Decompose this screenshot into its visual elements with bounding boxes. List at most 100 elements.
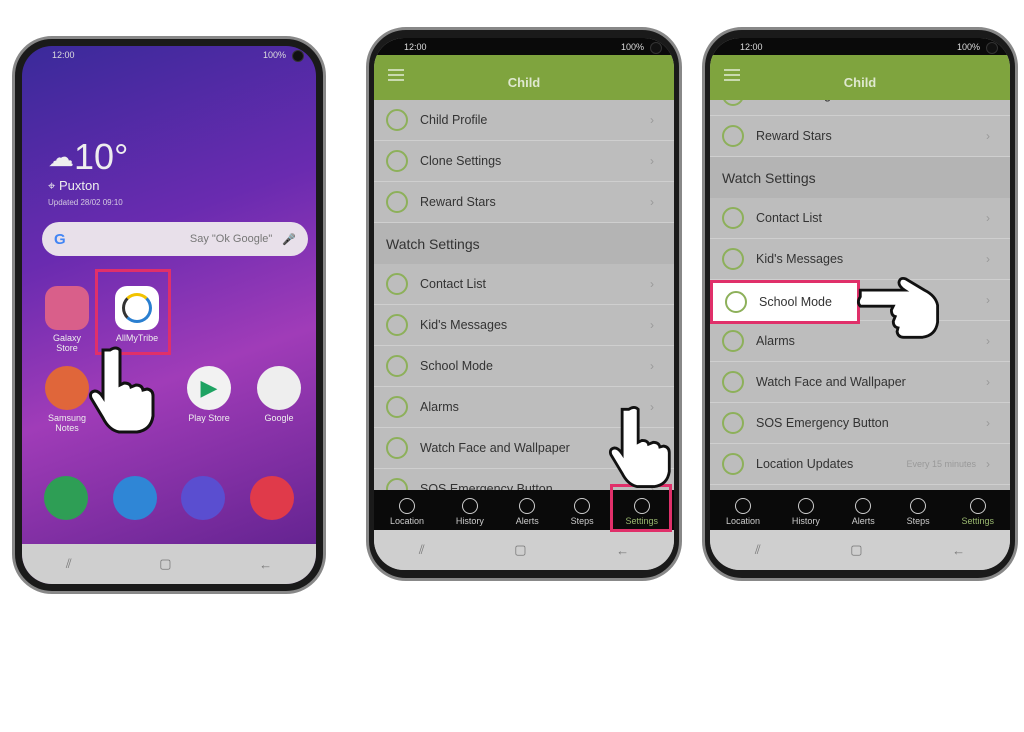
chevron-right-icon: › — [986, 375, 990, 389]
app-label: Galaxy Store — [52, 333, 81, 353]
mic-icon[interactable]: 🎤 — [282, 233, 296, 246]
app-label: Google — [264, 413, 294, 423]
dock-phone[interactable] — [44, 476, 88, 520]
menu-item-clone-settings[interactable]: Clone Settings › — [710, 100, 1010, 116]
google-search-bar[interactable]: G Say "Ok Google" 🎤 — [42, 222, 308, 256]
chevron-right-icon: › — [650, 113, 654, 127]
search-placeholder: Say "Ok Google" — [189, 233, 273, 245]
tab-label: History — [791, 516, 820, 526]
tab-history[interactable]: History — [792, 498, 820, 526]
status-time: 12:00 — [52, 50, 75, 60]
system-nav-bar: ⫽ ▢ ← — [710, 530, 1010, 570]
menu-item-label: Child Profile — [420, 113, 488, 127]
tab-settings[interactable]: Settings — [962, 498, 994, 526]
tab-location[interactable]: Location — [390, 498, 424, 526]
recents-icon[interactable]: ⫽ — [755, 542, 761, 558]
app-label: Play Store — [188, 413, 230, 423]
menu-item-reward-stars[interactable]: Reward Stars › — [374, 182, 674, 223]
clock-icon — [461, 498, 478, 514]
menu-item-contact-list[interactable]: Contact List › — [710, 198, 1010, 239]
dock-camera[interactable] — [249, 476, 294, 520]
star-icon — [722, 125, 744, 147]
home-icon[interactable]: ▢ — [514, 542, 526, 558]
menu-item-school-mode-highlighted[interactable]: School Mode — [713, 283, 857, 321]
menu-item-label: Clone Settings — [420, 154, 502, 168]
menu-item-sos[interactable]: SOS Emergency Button › — [710, 403, 1010, 444]
chevron-right-icon: › — [986, 416, 990, 430]
app-header: Child — [710, 55, 1010, 100]
school-icon — [386, 355, 408, 377]
menu-item-label: Location Updates — [756, 457, 854, 471]
tab-location[interactable]: Location — [726, 498, 760, 526]
tab-steps[interactable]: Steps — [907, 498, 930, 526]
tab-alerts[interactable]: Alerts — [516, 498, 539, 526]
menu-item-label: School Mode — [759, 295, 832, 309]
chevron-right-icon: › — [986, 293, 990, 307]
menu-item-school-mode[interactable]: School Mode › — [374, 346, 674, 387]
chat-icon — [386, 314, 408, 336]
home-icon[interactable]: ▢ — [159, 556, 171, 572]
star-icon — [386, 191, 408, 213]
back-icon[interactable]: ← — [616, 543, 629, 558]
app-galaxy-store[interactable]: Galaxy Store — [44, 286, 90, 353]
app-samsung-notes[interactable]: Samsung Notes — [44, 366, 90, 433]
menu-item-clone-settings[interactable]: Clone Settings › — [374, 141, 674, 182]
location-updates-value: Every 15 minutes — [906, 459, 976, 469]
chevron-right-icon: › — [986, 129, 990, 143]
hamburger-menu-icon[interactable] — [388, 69, 404, 81]
watch-face-icon — [722, 371, 744, 393]
status-battery: 100% — [620, 42, 644, 52]
menu-item-reward-stars[interactable]: Reward Stars › — [710, 116, 1010, 157]
app-play-store[interactable]: ▶ Play Store — [186, 366, 232, 423]
menu-item-label: Reward Stars — [420, 195, 496, 209]
app-google[interactable]: Google — [256, 366, 302, 423]
chevron-right-icon: › — [650, 318, 654, 332]
watch-face-icon — [386, 437, 408, 459]
menu-item-label: SOS Emergency Button — [756, 416, 889, 430]
chat-icon — [722, 248, 744, 270]
menu-item-kids-messages[interactable]: Kid's Messages › — [710, 239, 1010, 280]
menu-item-location-updates[interactable]: Location Updates Every 15 minutes › — [710, 444, 1010, 485]
clone-icon — [386, 150, 408, 172]
dock-messages[interactable] — [112, 476, 157, 520]
menu-item-contact-list[interactable]: Contact List › — [374, 264, 674, 305]
phone-settings-screen: 12:00 100% Child Child Profile › Clone Sett… — [366, 27, 682, 581]
recents-icon[interactable]: ⫽ — [419, 542, 425, 558]
tab-label: Alerts — [851, 516, 875, 526]
app-label: Samsung Notes — [47, 413, 87, 433]
recents-icon[interactable]: ⫽ — [66, 556, 72, 572]
menu-item-label: Alarms — [756, 334, 795, 348]
back-icon[interactable]: ← — [952, 543, 965, 558]
back-icon[interactable]: ← — [259, 557, 272, 572]
shoe-icon — [574, 498, 591, 514]
sos-icon — [722, 412, 744, 434]
chevron-right-icon: › — [986, 334, 990, 348]
hand-pointer-icon — [89, 346, 155, 434]
contact-list-icon — [722, 207, 744, 229]
dock-internet[interactable] — [181, 476, 226, 520]
hand-pointer-icon — [856, 276, 940, 339]
tab-history[interactable]: History — [456, 498, 484, 526]
camera-icon — [986, 42, 998, 54]
contact-list-icon — [386, 273, 408, 295]
section-header-watch-settings: Watch Settings — [374, 223, 674, 264]
menu-item-watch-face[interactable]: Watch Face and Wallpaper › — [710, 362, 1010, 403]
clone-icon — [722, 100, 744, 106]
phone-home-screen: 12:00 100% ☁ 10° ⌖ Puxton Updated 28/02 09… — [12, 36, 326, 594]
system-nav-bar: ⫽ ▢ ← — [374, 530, 674, 570]
crosshair-icon — [734, 498, 751, 514]
tab-label: History — [455, 516, 484, 526]
sos-icon — [386, 478, 408, 490]
menu-item-label: Kid's Messages — [420, 318, 508, 332]
chevron-right-icon: › — [986, 252, 990, 266]
hamburger-menu-icon[interactable] — [724, 69, 740, 81]
tab-alerts[interactable]: Alerts — [852, 498, 875, 526]
menu-item-child-profile[interactable]: Child Profile › — [374, 100, 674, 141]
chevron-right-icon: › — [650, 154, 654, 168]
menu-item-kids-messages[interactable]: Kid's Messages › — [374, 305, 674, 346]
home-icon[interactable]: ▢ — [850, 542, 862, 558]
weather-widget[interactable]: ☁ 10° ⌖ Puxton Updated 28/02 09:10 — [48, 136, 128, 207]
chevron-right-icon: › — [986, 211, 990, 225]
menu-item-label: Watch Face and Wallpaper — [420, 441, 570, 455]
tab-steps[interactable]: Steps — [571, 498, 594, 526]
